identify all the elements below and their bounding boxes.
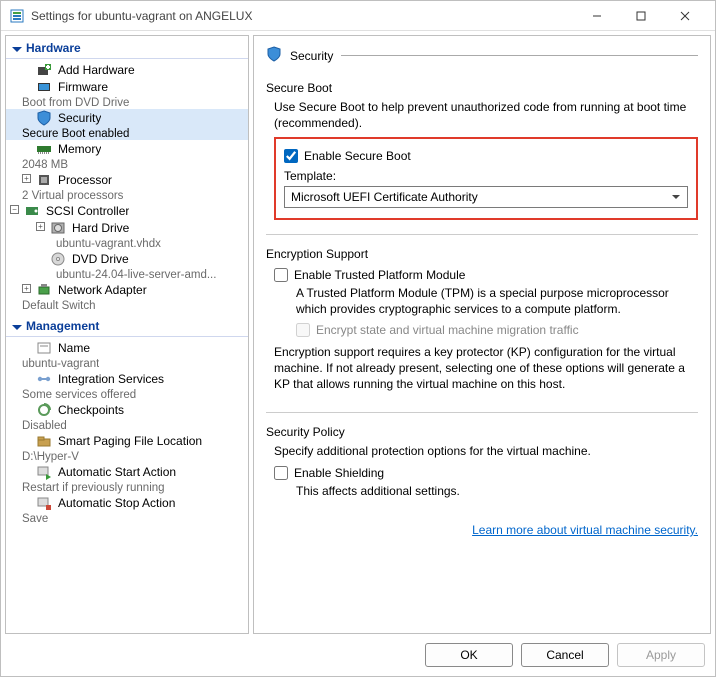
enable-secure-boot-checkbox[interactable] bbox=[284, 149, 298, 163]
shield-icon bbox=[36, 110, 52, 126]
tree-hard-drive-sub: ubuntu-vagrant.vhdx bbox=[6, 236, 248, 250]
secure-boot-desc: Use Secure Boot to help prevent unauthor… bbox=[274, 100, 698, 131]
tree-memory[interactable]: Memory bbox=[6, 140, 248, 157]
tree-scsi[interactable]: − SCSI Controller bbox=[6, 202, 248, 219]
divider bbox=[341, 55, 698, 56]
section-management[interactable]: Management bbox=[6, 314, 248, 337]
tree-security-sub: Secure Boot enabled bbox=[6, 126, 248, 140]
tree-auto-stop-sub: Save bbox=[6, 511, 248, 525]
shield-icon bbox=[266, 46, 282, 65]
policy-desc: Specify additional protection options fo… bbox=[274, 444, 698, 460]
settings-pane: Security Secure Boot Use Secure Boot to … bbox=[253, 35, 711, 634]
titlebar: Settings for ubuntu-vagrant on ANGELUX bbox=[1, 1, 715, 31]
tree-checkpoints[interactable]: Checkpoints bbox=[6, 401, 248, 418]
expand-icon[interactable]: + bbox=[22, 174, 34, 186]
integration-icon bbox=[36, 371, 52, 387]
kp-desc: Encryption support requires a key protec… bbox=[274, 345, 698, 392]
maximize-button[interactable] bbox=[619, 1, 663, 31]
enable-secure-boot-label: Enable Secure Boot bbox=[304, 149, 411, 163]
tree-dvd-drive[interactable]: DVD Drive bbox=[6, 250, 248, 267]
enable-shielding-checkbox[interactable] bbox=[274, 466, 288, 480]
enable-tpm-checkbox[interactable] bbox=[274, 268, 288, 282]
template-label: Template: bbox=[284, 169, 688, 183]
dialog-footer: OK Cancel Apply bbox=[1, 634, 715, 676]
tree-processor[interactable]: + Processor bbox=[6, 171, 248, 188]
shielding-desc: This affects additional settings. bbox=[296, 484, 698, 500]
learn-more-link[interactable]: Learn more about virtual machine securit… bbox=[472, 523, 698, 537]
divider bbox=[266, 412, 698, 413]
window-title: Settings for ubuntu-vagrant on ANGELUX bbox=[31, 9, 575, 23]
close-button[interactable] bbox=[663, 1, 707, 31]
processor-icon bbox=[36, 172, 52, 188]
firmware-icon bbox=[36, 79, 52, 95]
enable-secure-boot-row[interactable]: Enable Secure Boot bbox=[284, 149, 688, 163]
tree-auto-stop[interactable]: Automatic Stop Action bbox=[6, 494, 248, 511]
memory-icon bbox=[36, 141, 52, 157]
section-hardware[interactable]: Hardware bbox=[6, 36, 248, 59]
apply-button: Apply bbox=[617, 643, 705, 667]
group-secure-boot: Secure Boot bbox=[266, 81, 698, 95]
name-icon bbox=[36, 340, 52, 356]
tree-name[interactable]: Name bbox=[6, 339, 248, 356]
auto-stop-icon bbox=[36, 495, 52, 511]
checkpoints-icon bbox=[36, 402, 52, 418]
encrypt-state-checkbox bbox=[296, 323, 310, 337]
pane-title-row: Security bbox=[266, 46, 698, 65]
settings-icon bbox=[9, 8, 25, 24]
collapse-icon bbox=[12, 321, 22, 331]
encrypt-state-row: Encrypt state and virtual machine migrat… bbox=[296, 323, 698, 337]
enable-tpm-row[interactable]: Enable Trusted Platform Module bbox=[274, 268, 698, 282]
collapse-icon bbox=[12, 43, 22, 53]
tree-add-hardware[interactable]: Add Hardware bbox=[6, 61, 248, 78]
ok-button[interactable]: OK bbox=[425, 643, 513, 667]
pane-title: Security bbox=[290, 49, 333, 63]
group-encryption: Encryption Support bbox=[266, 247, 698, 261]
add-hardware-icon bbox=[36, 62, 52, 78]
hard-drive-icon bbox=[50, 220, 66, 236]
enable-shielding-row[interactable]: Enable Shielding bbox=[274, 466, 698, 480]
tree-smart-paging-sub: D:\Hyper-V bbox=[6, 449, 248, 463]
tree-firmware-sub: Boot from DVD Drive bbox=[6, 95, 248, 109]
tpm-desc: A Trusted Platform Module (TPM) is a spe… bbox=[296, 286, 698, 317]
dvd-icon bbox=[50, 251, 66, 267]
tree-hard-drive[interactable]: + Hard Drive bbox=[6, 219, 248, 236]
minimize-button[interactable] bbox=[575, 1, 619, 31]
settings-tree: Hardware Add Hardware Firmware Boot from… bbox=[5, 35, 249, 634]
tree-auto-start[interactable]: Automatic Start Action bbox=[6, 463, 248, 480]
scsi-icon bbox=[24, 203, 40, 219]
tree-integration[interactable]: Integration Services bbox=[6, 370, 248, 387]
network-icon bbox=[36, 282, 52, 298]
tree-memory-sub: 2048 MB bbox=[6, 157, 248, 171]
divider bbox=[266, 234, 698, 235]
tree-checkpoints-sub: Disabled bbox=[6, 418, 248, 432]
cancel-button[interactable]: Cancel bbox=[521, 643, 609, 667]
tree-processor-sub: 2 Virtual processors bbox=[6, 188, 248, 202]
expand-icon[interactable]: + bbox=[36, 222, 48, 234]
tree-network-sub: Default Switch bbox=[6, 298, 248, 312]
tree-name-sub: ubuntu-vagrant bbox=[6, 356, 248, 370]
highlight-box: Enable Secure Boot Template: Microsoft U… bbox=[274, 137, 698, 220]
encrypt-state-label: Encrypt state and virtual machine migrat… bbox=[316, 323, 579, 337]
tree-network[interactable]: + Network Adapter bbox=[6, 281, 248, 298]
enable-shielding-label: Enable Shielding bbox=[294, 466, 384, 480]
template-dropdown[interactable]: Microsoft UEFI Certificate Authority bbox=[284, 186, 688, 208]
tree-firmware[interactable]: Firmware bbox=[6, 78, 248, 95]
collapse-icon[interactable]: − bbox=[10, 205, 22, 217]
tree-smart-paging[interactable]: Smart Paging File Location bbox=[6, 432, 248, 449]
auto-start-icon bbox=[36, 464, 52, 480]
tree-auto-start-sub: Restart if previously running bbox=[6, 480, 248, 494]
group-policy: Security Policy bbox=[266, 425, 698, 439]
tree-security[interactable]: Security bbox=[6, 109, 248, 126]
tree-dvd-drive-sub: ubuntu-24.04-live-server-amd... bbox=[6, 267, 248, 281]
smart-paging-icon bbox=[36, 433, 52, 449]
expand-icon[interactable]: + bbox=[22, 284, 34, 296]
tree-integration-sub: Some services offered bbox=[6, 387, 248, 401]
enable-tpm-label: Enable Trusted Platform Module bbox=[294, 268, 465, 282]
